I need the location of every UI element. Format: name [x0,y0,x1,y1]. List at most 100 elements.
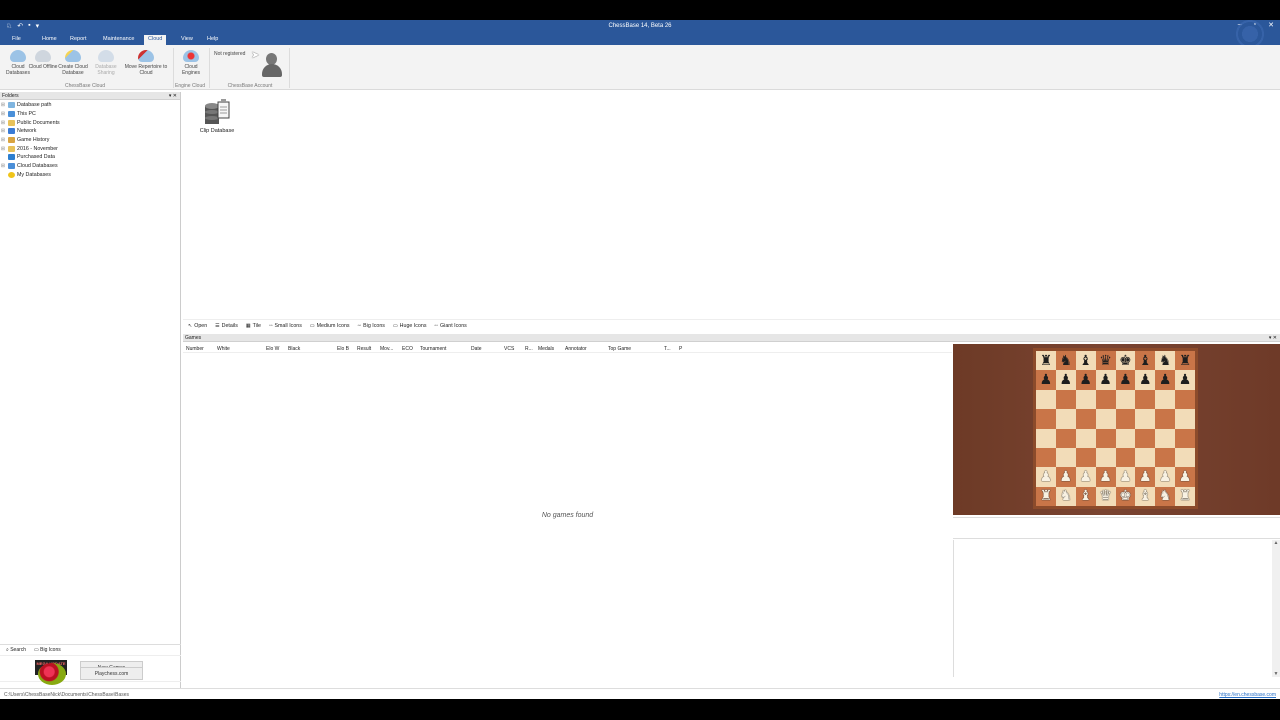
tab-report[interactable]: Report [66,35,91,45]
board-square[interactable] [1036,409,1056,429]
search-button[interactable]: ⌕ Search [6,647,26,653]
view-tile-button[interactable]: ▦ Tile [246,323,261,329]
view-big-icons-button[interactable]: ▫▫ Big Icons [358,323,385,329]
tree-item-purchased-data[interactable]: Purchased Data [0,153,180,162]
chess-piece-square[interactable]: ♟ [1135,467,1156,487]
chess-piece-square[interactable]: ♟ [1036,370,1056,390]
expand-icon[interactable]: ⊞ [0,137,6,143]
board-square[interactable] [1115,428,1136,448]
view-medium-icons-button[interactable]: ▭ Medium Icons [310,323,350,329]
tab-maintenance[interactable]: Maintenance [99,35,139,45]
chess-piece-square[interactable]: ♞ [1155,351,1176,371]
tree-item-game-history[interactable]: ⊞ Game History [0,136,180,145]
column-header-white[interactable]: White [217,346,230,352]
chess-piece-square[interactable]: ♛ [1095,351,1116,371]
scroll-up-icon[interactable]: ▲ [1272,540,1280,546]
chess-piece-square[interactable]: ♟ [1055,467,1076,487]
tree-item-network[interactable]: ⊞ Network [0,127,180,136]
board-square[interactable] [1115,409,1136,429]
chess-piece-square[interactable]: ♜ [1036,351,1056,371]
scroll-down-icon[interactable]: ▼ [1272,671,1280,677]
board-square[interactable] [1095,389,1116,410]
chess-piece-square[interactable]: ♟ [1055,370,1076,390]
column-header-t[interactable]: T... [664,346,671,352]
chess-piece-square[interactable]: ♞ [1055,351,1076,371]
board-square[interactable] [1075,389,1096,410]
tree-item-2016-november[interactable]: ⊞ 2016 - November [0,144,180,153]
chess-board[interactable]: ♜ ♞ ♝ ♛ ♚ ♝ ♞ ♜ ♟ ♟ ♟ ♟ ♟ ♟ ♟ ♟ ♟ ♟ ♟ ♟ ♟ ♟ ♟ ♟ ♜ ♞ ♝ ♛ ♚ ♝ ♞ ♜ [1033,348,1198,509]
move-repertoire-button[interactable]: Move Repertoire to Cloud [123,50,169,76]
chess-piece-square[interactable]: ♟ [1036,467,1056,487]
board-square[interactable] [1175,428,1195,448]
chess-piece-square[interactable]: ♚ [1115,486,1136,506]
chess-piece-square[interactable]: ♜ [1175,486,1195,506]
board-square[interactable] [1135,447,1156,468]
chess-piece-square[interactable]: ♝ [1135,486,1156,506]
board-square[interactable] [1115,447,1136,468]
chess-piece-square[interactable]: ♛ [1095,486,1116,506]
chess-piece-square[interactable]: ♟ [1115,467,1136,487]
board-square[interactable] [1155,447,1176,468]
board-square[interactable] [1135,409,1156,429]
chess-piece-square[interactable]: ♟ [1075,370,1096,390]
board-square[interactable] [1135,428,1156,448]
column-header-elo-b[interactable]: Elo B [337,346,349,352]
board-square[interactable] [1055,389,1076,410]
expand-icon[interactable]: ⊞ [0,102,6,108]
tab-file[interactable]: File [8,35,25,45]
chess-piece-square[interactable]: ♜ [1175,351,1195,371]
column-header-r[interactable]: R... [525,346,533,352]
view-huge-icons-button[interactable]: ▭ Huge Icons [393,323,427,329]
column-header-tournament[interactable]: Tournament [420,346,446,352]
column-header-elo-w[interactable]: Elo W [266,346,279,352]
playchess-button[interactable]: Playchess.com [80,667,143,680]
board-square[interactable] [1036,428,1056,448]
create-cloud-database-button[interactable]: Create Cloud Database [58,50,88,76]
board-square[interactable] [1075,447,1096,468]
column-header-black[interactable]: Black [288,346,300,352]
cloud-offline-button[interactable]: Cloud Offline [28,50,58,70]
chess-piece-square[interactable]: ♟ [1175,467,1195,487]
view-details-button[interactable]: ☰ Details [215,323,238,329]
board-square[interactable] [1075,409,1096,429]
board-square[interactable] [1115,389,1136,410]
chess-piece-square[interactable]: ♟ [1135,370,1156,390]
tree-item-database-path[interactable]: ⊞ Database path [0,101,180,110]
board-square[interactable] [1135,389,1156,410]
chess-piece-square[interactable]: ♟ [1155,370,1176,390]
board-square[interactable] [1175,409,1195,429]
board-square[interactable] [1095,447,1116,468]
board-square[interactable] [1155,409,1176,429]
tab-home[interactable]: Home [38,35,61,45]
expand-icon[interactable]: ⊞ [0,120,6,126]
board-square[interactable] [1075,428,1096,448]
tab-cloud[interactable]: Cloud [144,35,167,45]
pane-controls[interactable]: ▾ ✕ [169,92,177,100]
notation-pane[interactable]: ▲ ▼ [953,540,1280,677]
column-header-result[interactable]: Result [357,346,371,352]
column-header-eco[interactable]: ECO [402,346,413,352]
board-square[interactable] [1055,428,1076,448]
chess-piece-square[interactable]: ♟ [1115,370,1136,390]
board-square[interactable] [1055,447,1076,468]
chess-piece-square[interactable]: ♞ [1055,486,1076,506]
playchess-logo[interactable] [38,663,66,685]
view-giant-icons-button[interactable]: ▫▫ Giant Icons [434,323,466,329]
database-sharing-button[interactable]: Database Sharing [91,50,121,76]
board-square[interactable] [1175,389,1195,410]
chess-piece-square[interactable]: ♞ [1155,486,1176,506]
board-square[interactable] [1095,428,1116,448]
board-square[interactable] [1155,389,1176,410]
chess-piece-square[interactable]: ♚ [1115,351,1136,371]
tree-item-cloud-databases[interactable]: ⊞ Cloud Databases [0,162,180,171]
big-icons-button[interactable]: ▭ Big Icons [34,647,61,653]
tab-help[interactable]: Help [203,35,222,45]
chess-piece-square[interactable]: ♟ [1175,370,1195,390]
chess-piece-square[interactable]: ♟ [1075,467,1096,487]
board-square[interactable] [1055,409,1076,429]
board-square[interactable] [1036,389,1056,410]
chess-piece-square[interactable]: ♝ [1075,351,1096,371]
view-small-icons-button[interactable]: ▫▫ Small Icons [269,323,302,329]
column-header-number[interactable]: Number [186,346,204,352]
tree-item-public-documents[interactable]: ⊞ Public Documents [0,118,180,127]
